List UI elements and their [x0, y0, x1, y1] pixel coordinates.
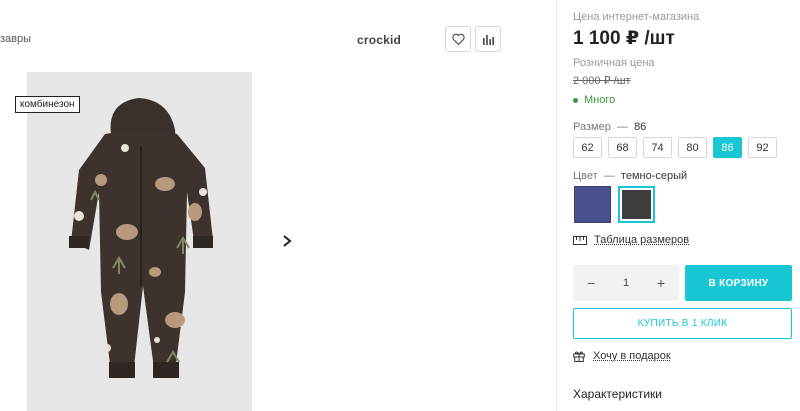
size-option-92[interactable]: 92: [748, 137, 777, 158]
gift-link[interactable]: Хочу в подарок: [573, 350, 671, 362]
size-options: 62 68 74 80 86 92: [573, 137, 777, 158]
add-to-cart-button[interactable]: В КОРЗИНУ: [685, 265, 792, 301]
selected-size: 86: [634, 121, 647, 133]
size-label: Размер — 86: [573, 121, 647, 133]
stock-dot-icon: [573, 97, 578, 103]
product-image[interactable]: [27, 72, 252, 411]
retail-price: 2 000 ₽ /шт: [573, 75, 631, 87]
retail-price-label: Розничная цена: [573, 57, 655, 69]
stock-status: Много: [573, 94, 615, 106]
characteristics-heading[interactable]: Характеристики: [573, 387, 662, 401]
ruler-icon: [573, 235, 587, 245]
product-gallery-panel: завры crockid комбинезон: [0, 0, 556, 411]
brand-name: crockid: [357, 33, 402, 47]
color-swatch-blue[interactable]: [574, 186, 611, 223]
breadcrumb[interactable]: завры: [0, 33, 31, 45]
size-option-68[interactable]: 68: [608, 137, 637, 158]
quantity-increase-button[interactable]: +: [657, 275, 665, 291]
size-option-74[interactable]: 74: [643, 137, 672, 158]
quantity-value[interactable]: 1: [623, 277, 629, 289]
quantity-decrease-button[interactable]: −: [587, 275, 595, 291]
online-price: 1 100 ₽ /шт: [573, 28, 675, 49]
product-type-tag: комбинезон: [15, 96, 80, 113]
selected-color: темно-серый: [620, 170, 688, 182]
color-label: Цвет — темно-серый: [573, 170, 688, 182]
size-option-80[interactable]: 80: [678, 137, 707, 158]
buy-one-click-button[interactable]: КУПИТЬ В 1 КЛИК: [573, 308, 792, 339]
size-option-62[interactable]: 62: [573, 137, 602, 158]
online-price-label: Цена интернет-магазина: [573, 11, 700, 23]
favorite-button[interactable]: [445, 26, 471, 52]
gift-icon: [573, 351, 585, 362]
size-table-link[interactable]: Таблица размеров: [573, 234, 689, 246]
color-swatch-dark-gray[interactable]: [618, 186, 655, 223]
quantity-stepper: − 1 +: [573, 265, 679, 301]
heart-icon: [451, 33, 465, 45]
chevron-right-icon[interactable]: [280, 234, 294, 248]
size-option-86[interactable]: 86: [713, 137, 742, 158]
compare-button[interactable]: [475, 26, 501, 52]
brand-logo[interactable]: crockid: [357, 33, 401, 47]
bar-chart-icon: [483, 35, 494, 45]
stock-text: Много: [584, 94, 616, 106]
jumpsuit-illustration: [69, 98, 213, 378]
gift-label: Хочу в подарок: [593, 350, 671, 362]
size-table-label: Таблица размеров: [594, 234, 690, 246]
product-buy-panel: Цена интернет-магазина 1 100 ₽ /шт Розни…: [557, 0, 800, 411]
